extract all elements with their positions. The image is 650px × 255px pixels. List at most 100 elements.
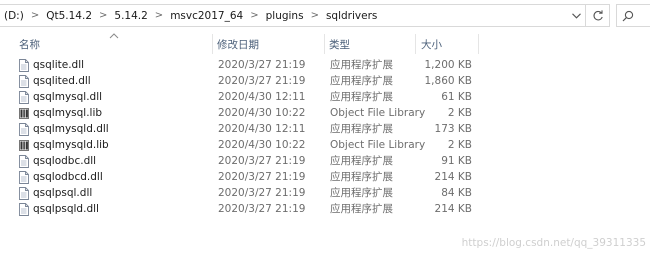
column-type[interactable]: 类型 <box>326 32 414 56</box>
watermark: https://blog.csdn.net/qq_39311335 <box>461 237 646 249</box>
file-row[interactable]: qsqlite.dll 2020/3/27 21:19 应用程序扩展 1,200 KB <box>0 57 650 73</box>
file-name: qsqlited.dll <box>33 75 91 87</box>
dll-file-icon <box>19 202 29 216</box>
address-bar-row: (D:) > Qt5.14.2 > 5.14.2 > msvc2017_64 >… <box>0 0 650 32</box>
file-date: 2020/4/30 12:11 <box>218 91 306 103</box>
file-size: 214 KB <box>434 171 472 183</box>
file-name-cell[interactable]: qsqlpsqld.dll <box>19 201 99 217</box>
file-row[interactable]: qsqlmysqld.dll 2020/4/30 12:11 应用程序扩展 173 K… <box>0 121 650 137</box>
refresh-icon <box>593 9 603 20</box>
dll-file-icon <box>19 74 29 88</box>
file-name: qsqlmysql.dll <box>33 91 103 103</box>
dll-file-icon <box>19 186 29 200</box>
file-row[interactable]: qsqlmysqld.lib 2020/4/30 10:22 Object File… <box>0 137 650 153</box>
lib-file-icon <box>19 107 29 119</box>
file-date: 2020/3/27 21:19 <box>218 203 306 215</box>
file-name-cell[interactable]: qsqlite.dll <box>19 57 84 73</box>
file-date: 2020/4/30 10:22 <box>218 107 306 119</box>
breadcrumb-separator[interactable]: > <box>151 10 167 21</box>
column-size-label: 大小 <box>421 38 442 51</box>
file-row[interactable]: qsqlpsqld.dll 2020/3/27 21:19 应用程序扩展 214 KB <box>0 201 650 217</box>
file-size: 2 KB <box>447 139 472 151</box>
breadcrumb-separator[interactable]: > <box>307 10 323 21</box>
breadcrumb-separator[interactable]: > <box>27 10 43 21</box>
breadcrumb-separator[interactable]: > <box>95 10 111 21</box>
file-date: 2020/3/27 21:19 <box>218 155 306 167</box>
column-divider[interactable] <box>415 34 416 54</box>
file-type: 应用程序扩展 <box>330 123 393 135</box>
dll-file-icon <box>19 154 29 168</box>
file-row[interactable]: qsqlited.dll 2020/3/27 21:19 应用程序扩展 1,860 K… <box>0 73 650 89</box>
column-divider[interactable] <box>212 34 213 54</box>
dll-file-icon <box>19 90 29 104</box>
file-type: 应用程序扩展 <box>330 155 393 167</box>
file-name: qsqlodbc.dll <box>33 155 97 167</box>
column-name-label: 名称 <box>19 38 40 51</box>
file-size: 173 KB <box>434 123 472 135</box>
file-name: qsqlmysqld.lib <box>33 139 109 151</box>
file-type: 应用程序扩展 <box>330 75 393 87</box>
file-name-cell[interactable]: qsqlodbc.dll <box>19 153 96 169</box>
file-date: 2020/3/27 21:19 <box>218 187 306 199</box>
file-date: 2020/4/30 10:22 <box>218 139 306 151</box>
breadcrumb-item-sqldrivers[interactable]: sqldrivers <box>323 10 380 22</box>
file-name-cell[interactable]: qsqlmysqld.lib <box>19 137 109 153</box>
column-date-modified[interactable]: 修改日期 <box>214 32 324 56</box>
breadcrumb-item-qt[interactable]: Qt5.14.2 <box>43 10 95 22</box>
file-name: qsqlpsqld.dll <box>33 203 99 215</box>
column-type-label: 类型 <box>329 38 350 51</box>
file-name-cell[interactable]: qsqlpsql.dll <box>19 185 92 201</box>
file-row[interactable]: qsqlodbcd.dll 2020/3/27 21:19 应用程序扩展 214 KB <box>0 169 650 185</box>
file-name-cell[interactable]: qsqlited.dll <box>19 73 91 89</box>
file-name: qsqlpsql.dll <box>33 187 93 199</box>
dll-file-icon <box>19 58 29 72</box>
dll-file-icon <box>19 122 29 136</box>
refresh-button[interactable] <box>586 4 610 27</box>
lib-file-icon <box>19 139 29 151</box>
column-divider[interactable] <box>324 34 325 54</box>
column-size[interactable]: 大小 <box>418 32 478 56</box>
breadcrumb-item-drive[interactable]: (D:) <box>0 10 27 22</box>
file-size: 1,860 KB <box>424 75 473 87</box>
file-type: 应用程序扩展 <box>330 187 393 199</box>
breadcrumb-item-plugins[interactable]: plugins <box>263 10 307 22</box>
file-list: qsqlite.dll 2020/3/27 21:19 应用程序扩展 1,200 KB… <box>0 57 650 217</box>
file-date: 2020/3/27 21:19 <box>218 59 306 71</box>
file-name-cell[interactable]: qsqlodbcd.dll <box>19 169 103 185</box>
search-icon <box>622 10 634 21</box>
breadcrumb-item-version[interactable]: 5.14.2 <box>111 10 150 22</box>
file-row[interactable]: qsqlodbc.dll 2020/3/27 21:19 应用程序扩展 91 KB <box>0 153 650 169</box>
file-row[interactable]: qsqlpsql.dll 2020/3/27 21:19 应用程序扩展 84 KB <box>0 185 650 201</box>
file-type: 应用程序扩展 <box>330 91 393 103</box>
file-size: 91 KB <box>441 155 472 167</box>
column-header: 名称 修改日期 类型 大小 <box>0 32 650 56</box>
address-bar[interactable]: (D:) > Qt5.14.2 > 5.14.2 > msvc2017_64 >… <box>0 4 586 27</box>
file-name-cell[interactable]: qsqlmysqld.dll <box>19 121 109 137</box>
file-row[interactable]: qsqlmysql.dll 2020/4/30 12:11 应用程序扩展 61 KB <box>0 89 650 105</box>
file-name-cell[interactable]: qsqlmysql.lib <box>19 105 102 121</box>
file-name: qsqlodbcd.dll <box>33 171 103 183</box>
search-input[interactable] <box>616 4 650 27</box>
file-size: 84 KB <box>441 187 472 199</box>
breadcrumb-item-msvc[interactable]: msvc2017_64 <box>167 10 246 22</box>
file-size: 1,200 KB <box>424 59 473 71</box>
file-type: 应用程序扩展 <box>330 171 393 183</box>
file-type: 应用程序扩展 <box>330 203 393 215</box>
file-date: 2020/3/27 21:19 <box>218 171 306 183</box>
file-date: 2020/4/30 12:11 <box>218 123 306 135</box>
file-size: 61 KB <box>441 91 472 103</box>
file-name: qsqlite.dll <box>33 59 85 71</box>
address-history-dropdown[interactable] <box>567 5 585 26</box>
file-row[interactable]: qsqlmysql.lib 2020/4/30 10:22 Object File … <box>0 105 650 121</box>
breadcrumb-separator[interactable]: > <box>246 10 262 21</box>
file-name-cell[interactable]: qsqlmysql.dll <box>19 89 102 105</box>
file-size: 2 KB <box>447 107 472 119</box>
column-divider[interactable] <box>478 34 479 54</box>
file-type: Object File Library <box>330 107 426 119</box>
column-name[interactable]: 名称 <box>16 32 212 56</box>
file-type: Object File Library <box>330 139 426 151</box>
breadcrumb: (D:) > Qt5.14.2 > 5.14.2 > msvc2017_64 >… <box>0 5 380 26</box>
column-date-label: 修改日期 <box>217 38 259 51</box>
file-type: 应用程序扩展 <box>330 59 393 71</box>
file-size: 214 KB <box>434 203 472 215</box>
